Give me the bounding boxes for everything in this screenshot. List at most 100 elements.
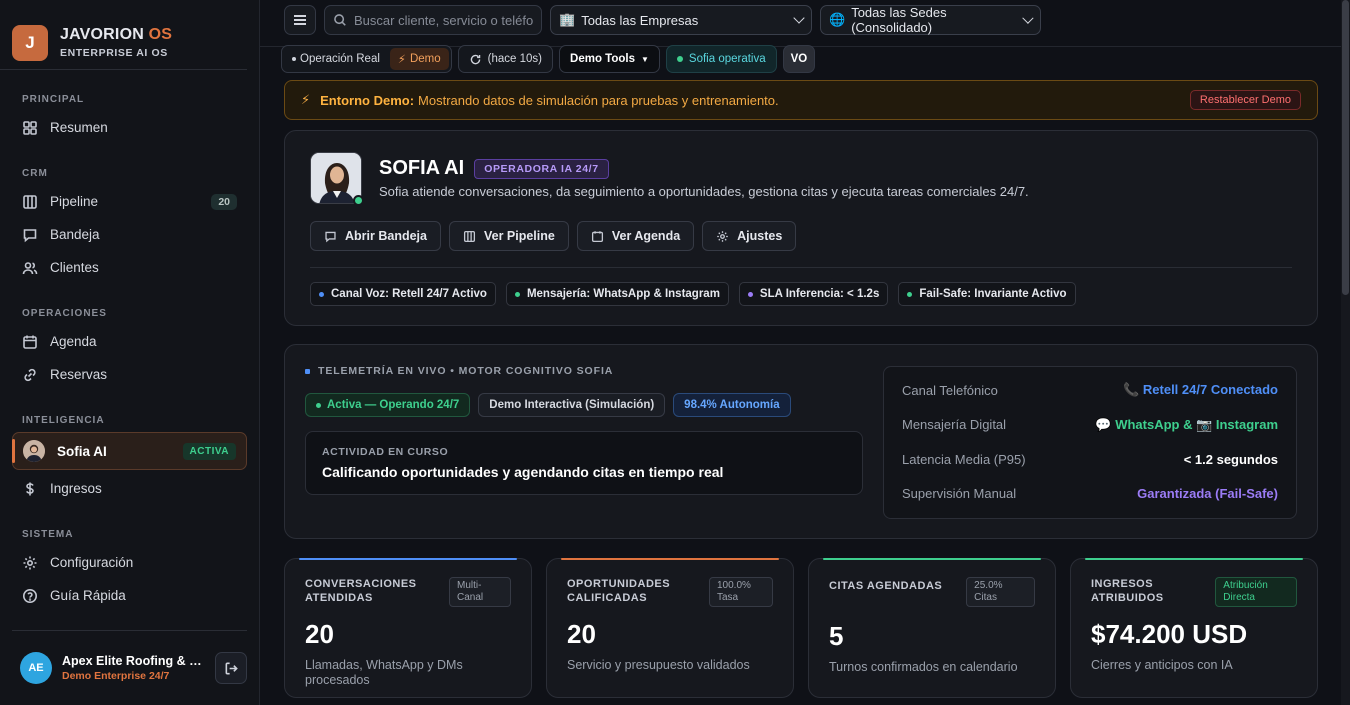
columns-icon [463, 230, 475, 242]
chat-icon [325, 231, 336, 242]
refresh-button[interactable]: (hace 10s) [457, 45, 554, 73]
columns-icon [23, 194, 37, 209]
refresh-label: (hace 10s) [487, 53, 543, 65]
calendar-icon [591, 230, 603, 242]
sidebar-item-ingresos[interactable]: Ingresos [12, 472, 247, 505]
sidebar-item-reservas[interactable]: Reservas [12, 358, 247, 391]
kpi-label: INGRESOS ATRIBUIDOS [1091, 578, 1164, 604]
brand-subtitle: ENTERPRISE AI OS [60, 47, 168, 59]
logout-button[interactable] [215, 652, 247, 684]
sidebar-item-label: Pipeline [50, 194, 99, 209]
search-input[interactable] [354, 12, 534, 28]
demo-tools-dropdown[interactable]: Demo Tools ▼ [559, 45, 660, 73]
dot-icon [292, 57, 296, 61]
sidebar-item-configuracion[interactable]: Configuración [12, 546, 247, 579]
menu-toggle-button[interactable] [284, 5, 316, 35]
sofia-capability-pills: Canal Voz: Retell 24/7 Activo Mensajería… [310, 282, 1076, 306]
globe-icon: 🌐 [829, 12, 846, 27]
sofia-status-label: Sofia operativa [688, 53, 766, 65]
sidebar-item-label: Sofia AI [57, 443, 107, 459]
demo-banner: ⚡ Entorno Demo: Mostrando datos de simul… [284, 80, 1318, 120]
user-avatar[interactable]: VO [782, 45, 816, 73]
kpi-value: $74.200 USD [1091, 619, 1248, 649]
activity-value: Calificando oportunidades y agendando ci… [322, 464, 724, 480]
telemetry-header: TELEMETRÍA EN VIVO • MOTOR COGNITIVO SOF… [305, 365, 613, 377]
capability-pill: Canal Voz: Retell 24/7 Activo [310, 282, 496, 306]
sofia-status-chip[interactable]: Sofia operativa [665, 45, 777, 73]
sidebar-item-pipeline[interactable]: Pipeline 20 [12, 185, 247, 218]
telemetry-card: TELEMETRÍA EN VIVO • MOTOR COGNITIVO SOF… [284, 344, 1318, 539]
sidebar-item-bandeja[interactable]: Bandeja [12, 218, 247, 251]
sidebar-item-clientes[interactable]: Clientes [12, 251, 247, 284]
telemetry-badges: Activa — Operando 24/7 Demo Interactiva … [305, 393, 791, 417]
status-label: Activa — Operando 24/7 [327, 399, 460, 411]
kpi-tag: 100.0% Tasa [709, 577, 773, 607]
calendar-icon [23, 335, 37, 349]
search-box[interactable] [324, 5, 542, 35]
company-select-value: Todas las Empresas [581, 12, 699, 28]
scrollbar[interactable] [1341, 0, 1350, 705]
scrollbar-thumb[interactable] [1342, 0, 1349, 295]
logout-icon [225, 662, 238, 674]
sidebar-item-label: Reservas [50, 367, 108, 382]
account-name: Apex Elite Roofing & Construction [62, 654, 202, 668]
mode-real-label: Operación Real [300, 53, 380, 65]
operator-badge: OPERADORA IA 24/7 [474, 158, 609, 179]
kpi-card-oportunidades: OPORTUNIDADES CALIFICADAS 100.0% Tasa 20… [546, 558, 794, 698]
settings-button[interactable]: Ajustes [702, 221, 797, 251]
online-indicator [353, 195, 364, 206]
metric-value: < 1.2 segundos [1183, 451, 1278, 467]
metric-key: Latencia Media (P95) [902, 451, 1026, 467]
metric-key: Canal Telefónico [902, 382, 998, 398]
view-pipeline-button[interactable]: Ver Pipeline [448, 221, 569, 251]
section-title: INTELIGENCIA [22, 415, 105, 426]
kpi-value: 20 [305, 619, 334, 649]
link-icon [24, 368, 36, 381]
kpi-value: 5 [829, 621, 844, 651]
sidebar-item-label: Bandeja [50, 227, 100, 242]
banner-text: Mostrando datos de simulación para prueb… [418, 92, 779, 108]
open-inbox-button[interactable]: Abrir Bandeja [310, 221, 441, 251]
pill-label: Fail-Safe: Invariante Activo [919, 288, 1067, 300]
account-plan: Demo Enterprise 24/7 [62, 670, 170, 682]
status-dot-icon [676, 56, 683, 62]
kpi-card-conversaciones: CONVERSACIONES ATENDIDAS Multi-Canal 20 … [284, 558, 532, 698]
mode-real-option[interactable]: Operación Real [284, 48, 388, 70]
kpi-header: OPORTUNIDADES CALIFICADAS 100.0% Tasa [567, 577, 773, 607]
sidebar-item-guia-rapida[interactable]: Guía Rápida [12, 579, 247, 612]
chevron-down-icon [1022, 12, 1034, 24]
avatar [23, 440, 45, 462]
dot-icon [305, 368, 310, 374]
pill-label: Mensajería: WhatsApp & Instagram [526, 288, 720, 300]
mode-demo-option[interactable]: ⚡ Demo [389, 48, 449, 70]
banner-title: Entorno Demo: [320, 92, 415, 108]
sidebar-item-sofia-ai[interactable]: Sofia AI ACTIVA [12, 432, 247, 470]
metric-value: 💬 WhatsApp & 📷 Instagram [1095, 416, 1278, 432]
kpi-subtitle: Servicio y presupuesto validados [567, 658, 750, 672]
sidebar-item-agenda[interactable]: Agenda [12, 325, 247, 358]
grid-icon [23, 120, 37, 135]
section-title: CRM [22, 168, 48, 179]
capability-pill: SLA Inferencia: < 1.2s [738, 282, 889, 306]
dot-icon [319, 291, 324, 297]
dot-icon [747, 291, 753, 297]
sidebar-item-resumen[interactable]: Resumen [12, 111, 247, 144]
dot-icon [514, 291, 520, 297]
telemetry-metrics: Canal Telefónico 📞 Retell 24/7 Conectado … [883, 366, 1297, 519]
metric-key: Supervisión Manual [902, 486, 1017, 502]
reset-demo-button[interactable]: Restablecer Demo [1189, 90, 1301, 110]
account-avatar[interactable]: AE [20, 652, 52, 684]
company-select[interactable]: 🏢 Todas las Empresas [550, 5, 812, 35]
sidebar-item-label: Guía Rápida [50, 588, 126, 603]
kpi-tag: Atribución Directa [1215, 577, 1297, 607]
sidebar-nav: PRINCIPAL Resumen CRM Pipeline 20 Bandej… [0, 94, 259, 612]
sidebar-item-label: Clientes [50, 260, 99, 275]
brand[interactable]: J JAVORION OS ENTERPRISE AI OS [0, 0, 247, 70]
view-agenda-button[interactable]: Ver Agenda [576, 221, 695, 251]
site-select[interactable]: 🌐 Todas las Sedes (Consolidado) [820, 5, 1041, 35]
autonomy-badge: 98.4% Autonomía [673, 393, 791, 417]
building-icon: 🏢 [559, 12, 576, 27]
kpi-subtitle: Cierres y anticipos con IA [1091, 658, 1233, 672]
current-activity: ACTIVIDAD EN CURSO Calificando oportunid… [305, 431, 863, 495]
activity-label: ACTIVIDAD EN CURSO [322, 446, 449, 458]
